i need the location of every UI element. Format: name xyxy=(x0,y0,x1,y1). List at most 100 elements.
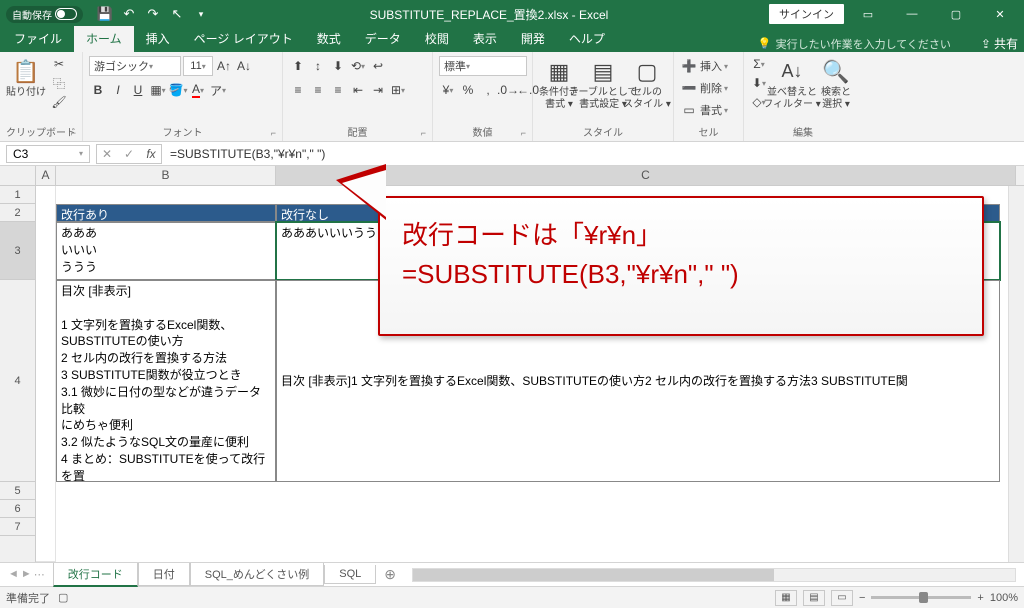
align-middle-icon[interactable]: ↕ xyxy=(309,57,327,75)
tab-data[interactable]: データ xyxy=(353,26,413,52)
sheet-tab[interactable]: 日付 xyxy=(138,563,190,586)
font-color-button[interactable]: A xyxy=(189,81,207,99)
format-cells-button[interactable]: ▭書式▾ xyxy=(680,99,728,121)
macro-record-icon[interactable]: ▢ xyxy=(58,591,68,604)
insert-cells-button[interactable]: ➕挿入▾ xyxy=(680,55,728,77)
view-normal-icon[interactable]: ▦ xyxy=(775,590,797,606)
tab-nav-more-icon[interactable]: ⋯ xyxy=(34,568,45,581)
currency-icon[interactable]: ¥ xyxy=(439,81,457,99)
tell-me-search[interactable]: 💡 実行したい作業を入力してください xyxy=(758,36,951,52)
italic-button[interactable]: I xyxy=(109,81,127,99)
indent-dec-icon[interactable]: ⇤ xyxy=(349,81,367,99)
select-all-corner[interactable] xyxy=(0,166,36,186)
tab-view[interactable]: 表示 xyxy=(461,26,509,52)
cell-styles-button[interactable]: ▢セルの スタイル ▾ xyxy=(627,55,667,111)
align-right-icon[interactable]: ≡ xyxy=(329,81,347,99)
row-head[interactable]: 2 xyxy=(0,204,35,222)
view-layout-icon[interactable]: ▤ xyxy=(803,590,825,606)
cell-b3[interactable]: あああ いいい ううう xyxy=(56,222,276,280)
add-sheet-button[interactable]: ⊕ xyxy=(376,566,404,583)
comma-icon[interactable]: , xyxy=(479,81,497,99)
underline-button[interactable]: U xyxy=(129,81,147,99)
cursor-icon[interactable]: ↖ xyxy=(169,6,185,22)
zoom-level[interactable]: 100% xyxy=(990,592,1018,604)
ribbon-options-icon[interactable]: ▭ xyxy=(848,0,888,28)
merge-icon[interactable]: ⊞ xyxy=(389,81,407,99)
align-bottom-icon[interactable]: ⬇ xyxy=(329,57,347,75)
accept-formula-icon[interactable]: ✓ xyxy=(119,147,139,161)
copy-icon[interactable]: ⿻ xyxy=(50,74,68,92)
row-head[interactable]: 4 xyxy=(0,280,35,482)
col-head-b[interactable]: B xyxy=(56,166,276,185)
fill-color-button[interactable]: 🪣 xyxy=(169,81,187,99)
launcher-icon[interactable]: ⌐ xyxy=(71,128,76,138)
cut-icon[interactable]: ✂ xyxy=(50,55,68,73)
launcher-icon[interactable]: ⌐ xyxy=(421,128,426,138)
number-format-select[interactable]: 標準 xyxy=(439,56,527,76)
launcher-icon[interactable]: ⌐ xyxy=(521,128,526,138)
row-head[interactable]: 1 xyxy=(0,186,35,204)
percent-icon[interactable]: % xyxy=(459,81,477,99)
fx-icon[interactable]: fx xyxy=(141,147,161,161)
sheet-tab[interactable]: 改行コード xyxy=(53,563,138,587)
inc-decimal-icon[interactable]: .0→ xyxy=(499,81,517,99)
tab-formulas[interactable]: 数式 xyxy=(305,26,353,52)
row-head[interactable]: 6 xyxy=(0,500,35,518)
sheet-tab[interactable]: SQL xyxy=(324,565,376,584)
minimize-button[interactable]: ― xyxy=(892,0,932,28)
qat-more-icon[interactable]: ▾ xyxy=(193,6,209,22)
launcher-icon[interactable]: ⌐ xyxy=(271,128,276,138)
tab-home[interactable]: ホーム xyxy=(74,26,134,52)
horizontal-scrollbar[interactable] xyxy=(412,568,1016,582)
row-head[interactable]: 7 xyxy=(0,518,35,536)
indent-inc-icon[interactable]: ⇥ xyxy=(369,81,387,99)
orientation-icon[interactable]: ⟲ xyxy=(349,57,367,75)
wrap-text-icon[interactable]: ↩ xyxy=(369,57,387,75)
close-button[interactable]: ✕ xyxy=(980,0,1020,28)
format-painter-icon[interactable]: 🖌 xyxy=(50,93,68,111)
view-pagebreak-icon[interactable]: ▭ xyxy=(831,590,853,606)
cancel-formula-icon[interactable]: ✕ xyxy=(97,147,117,161)
bold-button[interactable]: B xyxy=(89,81,107,99)
tab-file[interactable]: ファイル xyxy=(2,26,74,52)
tab-review[interactable]: 校閲 xyxy=(413,26,461,52)
decrease-font-icon[interactable]: A↓ xyxy=(235,57,253,75)
border-button[interactable]: ▦ xyxy=(149,81,167,99)
row-headers[interactable]: 1 2 3 4 5 6 7 xyxy=(0,186,36,562)
vertical-scrollbar[interactable] xyxy=(1008,186,1024,562)
phonetic-icon[interactable]: ア xyxy=(209,81,227,99)
tab-nav-next-icon[interactable]: ► xyxy=(21,568,32,581)
increase-font-icon[interactable]: A↑ xyxy=(215,57,233,75)
paste-button[interactable]: 📋 貼り付け xyxy=(6,55,46,99)
align-left-icon[interactable]: ≡ xyxy=(289,81,307,99)
name-box[interactable]: C3 xyxy=(6,145,90,163)
formula-input[interactable]: =SUBSTITUTE(B3,"¥r¥n"," ") xyxy=(162,146,1024,162)
zoom-in-icon[interactable]: + xyxy=(977,592,983,604)
find-select-button[interactable]: 🔍検索と 選択 ▾ xyxy=(816,55,856,111)
tab-dev[interactable]: 開発 xyxy=(509,26,557,52)
row-head[interactable]: 5 xyxy=(0,482,35,500)
col-a-blank[interactable] xyxy=(36,186,56,562)
font-name-select[interactable]: 游ゴシック xyxy=(89,56,181,76)
cell-b4[interactable]: 目次 [非表示] 1 文字列を置換するExcel関数、 SUBSTITUTEの使… xyxy=(56,280,276,482)
font-size-select[interactable]: 11 xyxy=(183,56,213,76)
redo-icon[interactable]: ↷ xyxy=(145,6,161,22)
maximize-button[interactable]: ▢ xyxy=(936,0,976,28)
col-head-a[interactable]: A xyxy=(36,166,56,185)
tab-help[interactable]: ヘルプ xyxy=(557,26,617,52)
signin-button[interactable]: サインイン xyxy=(769,4,844,24)
align-top-icon[interactable]: ⬆ xyxy=(289,57,307,75)
cell-b2[interactable]: 改行あり xyxy=(56,204,276,222)
autosave-toggle[interactable]: 自動保存 xyxy=(6,6,83,23)
sort-filter-button[interactable]: A↓並べ替えと フィルター ▾ xyxy=(772,55,812,111)
zoom-slider[interactable] xyxy=(871,596,971,599)
autosum-icon[interactable]: Σ xyxy=(750,55,768,73)
row-head[interactable]: 3 xyxy=(0,222,35,280)
zoom-out-icon[interactable]: − xyxy=(859,592,865,604)
share-button[interactable]: ⇪ 共有 xyxy=(981,35,1018,52)
delete-cells-button[interactable]: ➖削除▾ xyxy=(680,77,728,99)
save-icon[interactable]: 💾 xyxy=(97,6,113,22)
undo-icon[interactable]: ↶ xyxy=(121,6,137,22)
tab-nav-prev-icon[interactable]: ◄ xyxy=(8,568,19,581)
format-as-table-button[interactable]: ▤テーブルとして 書式設定 ▾ xyxy=(583,55,623,111)
